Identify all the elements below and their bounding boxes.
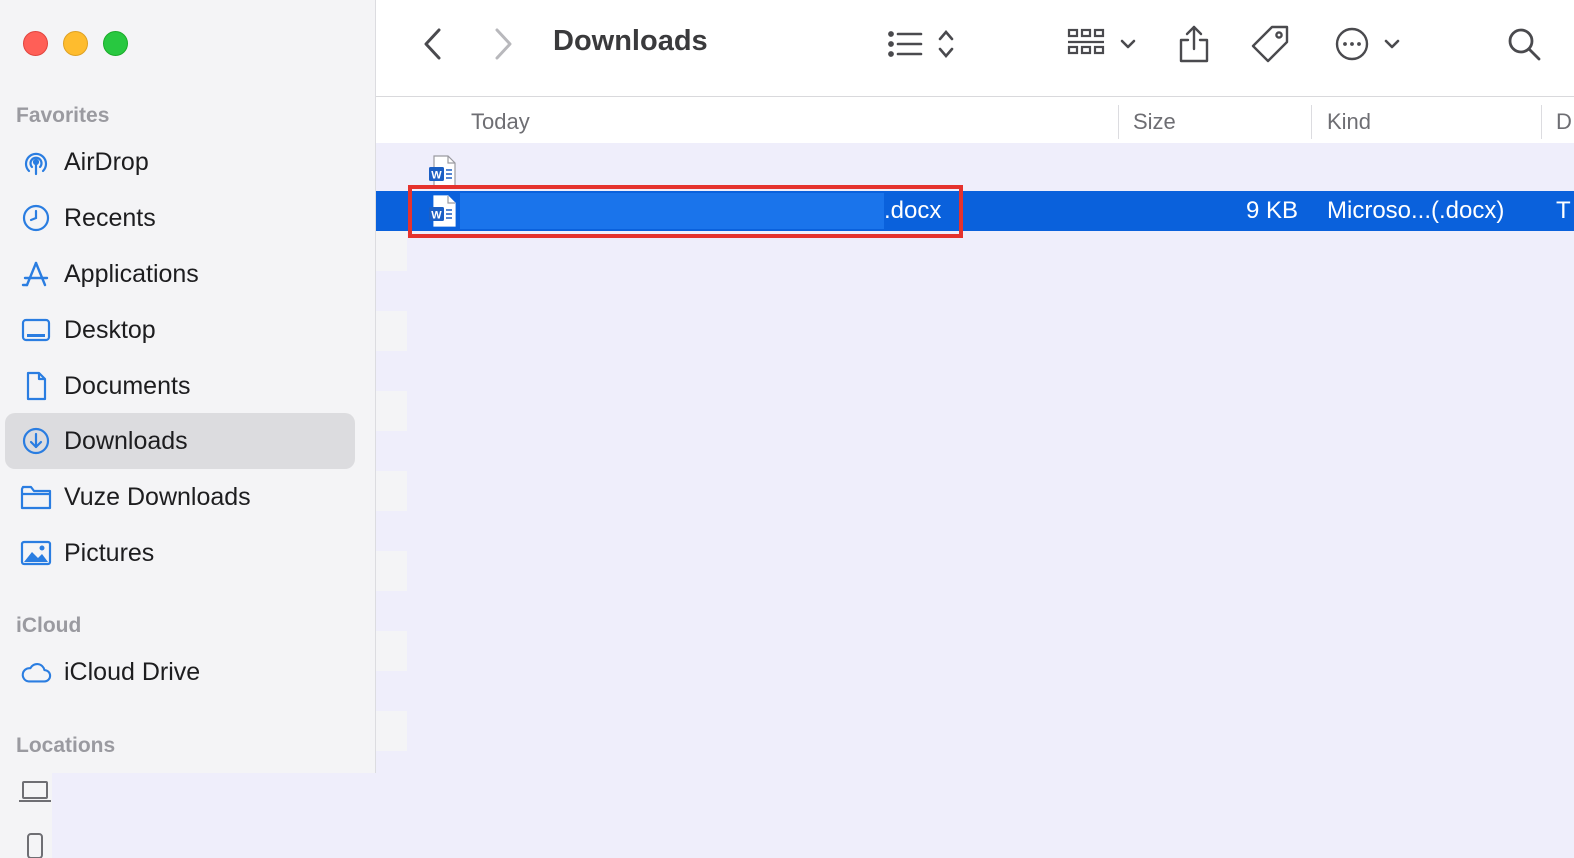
row-stripe [376, 391, 407, 431]
sidebar-item-vuze-downloads[interactable]: Vuze Downloads [5, 469, 355, 525]
sidebar-item-applications[interactable]: Applications [5, 246, 355, 302]
sidebar-item-label: Recents [64, 203, 156, 232]
file-kind: Microso...(.docx) [1327, 197, 1505, 224]
row-stripe [376, 551, 407, 591]
row-stripe [376, 471, 407, 511]
airdrop-icon [20, 146, 52, 178]
close-window-button[interactable] [23, 31, 48, 56]
sidebar-item-label: Documents [64, 371, 191, 400]
window-backdrop [52, 773, 1574, 858]
row-stripe [376, 631, 407, 671]
folder-icon [20, 481, 52, 513]
svg-text:W: W [431, 170, 442, 182]
file-date: T [1556, 197, 1571, 224]
more-actions-button[interactable] [1334, 22, 1402, 66]
annotation-highlight-box [408, 185, 963, 238]
search-button[interactable] [1506, 22, 1542, 66]
sidebar-item-label: Applications [64, 259, 199, 288]
tags-button[interactable] [1250, 22, 1292, 66]
sidebar: Favorites AirDrop Recents Applications D… [0, 0, 376, 858]
word-document-icon: W [428, 155, 458, 187]
phone-icon[interactable] [26, 832, 44, 858]
photo-icon [20, 537, 52, 569]
ellipsis-circle-icon [1334, 26, 1402, 62]
column-divider[interactable] [1541, 105, 1542, 139]
zoom-window-button[interactable] [103, 31, 128, 56]
sidebar-item-documents[interactable]: Documents [5, 358, 355, 414]
sidebar-item-icloud-drive[interactable]: iCloud Drive [5, 644, 355, 700]
sidebar-item-downloads[interactable]: Downloads [5, 413, 355, 469]
window-title: Downloads [553, 25, 708, 57]
toolbar: Downloads [376, 0, 1574, 97]
view-options-button[interactable] [886, 22, 966, 66]
share-icon [1176, 24, 1212, 64]
minimize-window-button[interactable] [63, 31, 88, 56]
column-header-date[interactable]: D [1556, 109, 1572, 135]
icloud-section-title: iCloud [16, 614, 82, 637]
locations-section-title: Locations [16, 734, 116, 757]
column-header: Today Size Kind D [376, 97, 1574, 143]
grid-icon [1066, 27, 1138, 61]
column-divider[interactable] [1118, 105, 1119, 139]
column-divider[interactable] [1311, 105, 1312, 139]
desktop-icon [20, 314, 52, 346]
clock-icon [20, 202, 52, 234]
sidebar-item-desktop[interactable]: Desktop [5, 302, 355, 358]
applications-icon [20, 258, 52, 290]
row-stripe [376, 231, 407, 271]
favorites-section-title: Favorites [16, 104, 110, 127]
download-icon [20, 425, 52, 457]
laptop-icon[interactable] [18, 780, 52, 804]
chevron-right-icon [492, 27, 514, 61]
sidebar-item-label: Pictures [64, 538, 155, 567]
back-button[interactable] [416, 22, 450, 66]
tag-icon [1250, 24, 1292, 64]
sidebar-item-label: Vuze Downloads [64, 482, 251, 511]
sidebar-item-label: Downloads [64, 426, 188, 455]
sidebar-item-label: AirDrop [64, 147, 149, 176]
sidebar-item-label: Desktop [64, 315, 156, 344]
row-stripe [376, 711, 407, 751]
row-stripe [376, 311, 407, 351]
forward-button[interactable] [486, 22, 520, 66]
chevron-left-icon [422, 27, 444, 61]
group-button[interactable] [1066, 22, 1138, 66]
sidebar-item-airdrop[interactable]: AirDrop [5, 134, 355, 190]
sidebar-item-pictures[interactable]: Pictures [5, 525, 355, 581]
document-icon [20, 370, 52, 402]
search-icon [1506, 26, 1542, 62]
column-header-name[interactable]: Today [471, 109, 530, 135]
sidebar-item-recents[interactable]: Recents [5, 190, 355, 246]
cloud-icon [20, 656, 52, 688]
column-header-kind[interactable]: Kind [1327, 109, 1371, 135]
list-view-icon [886, 27, 966, 61]
sidebar-item-label: iCloud Drive [64, 657, 201, 686]
share-button[interactable] [1176, 22, 1212, 66]
column-header-size[interactable]: Size [1133, 109, 1176, 135]
window-controls [23, 31, 128, 56]
file-size: 9 KB [1246, 197, 1299, 224]
